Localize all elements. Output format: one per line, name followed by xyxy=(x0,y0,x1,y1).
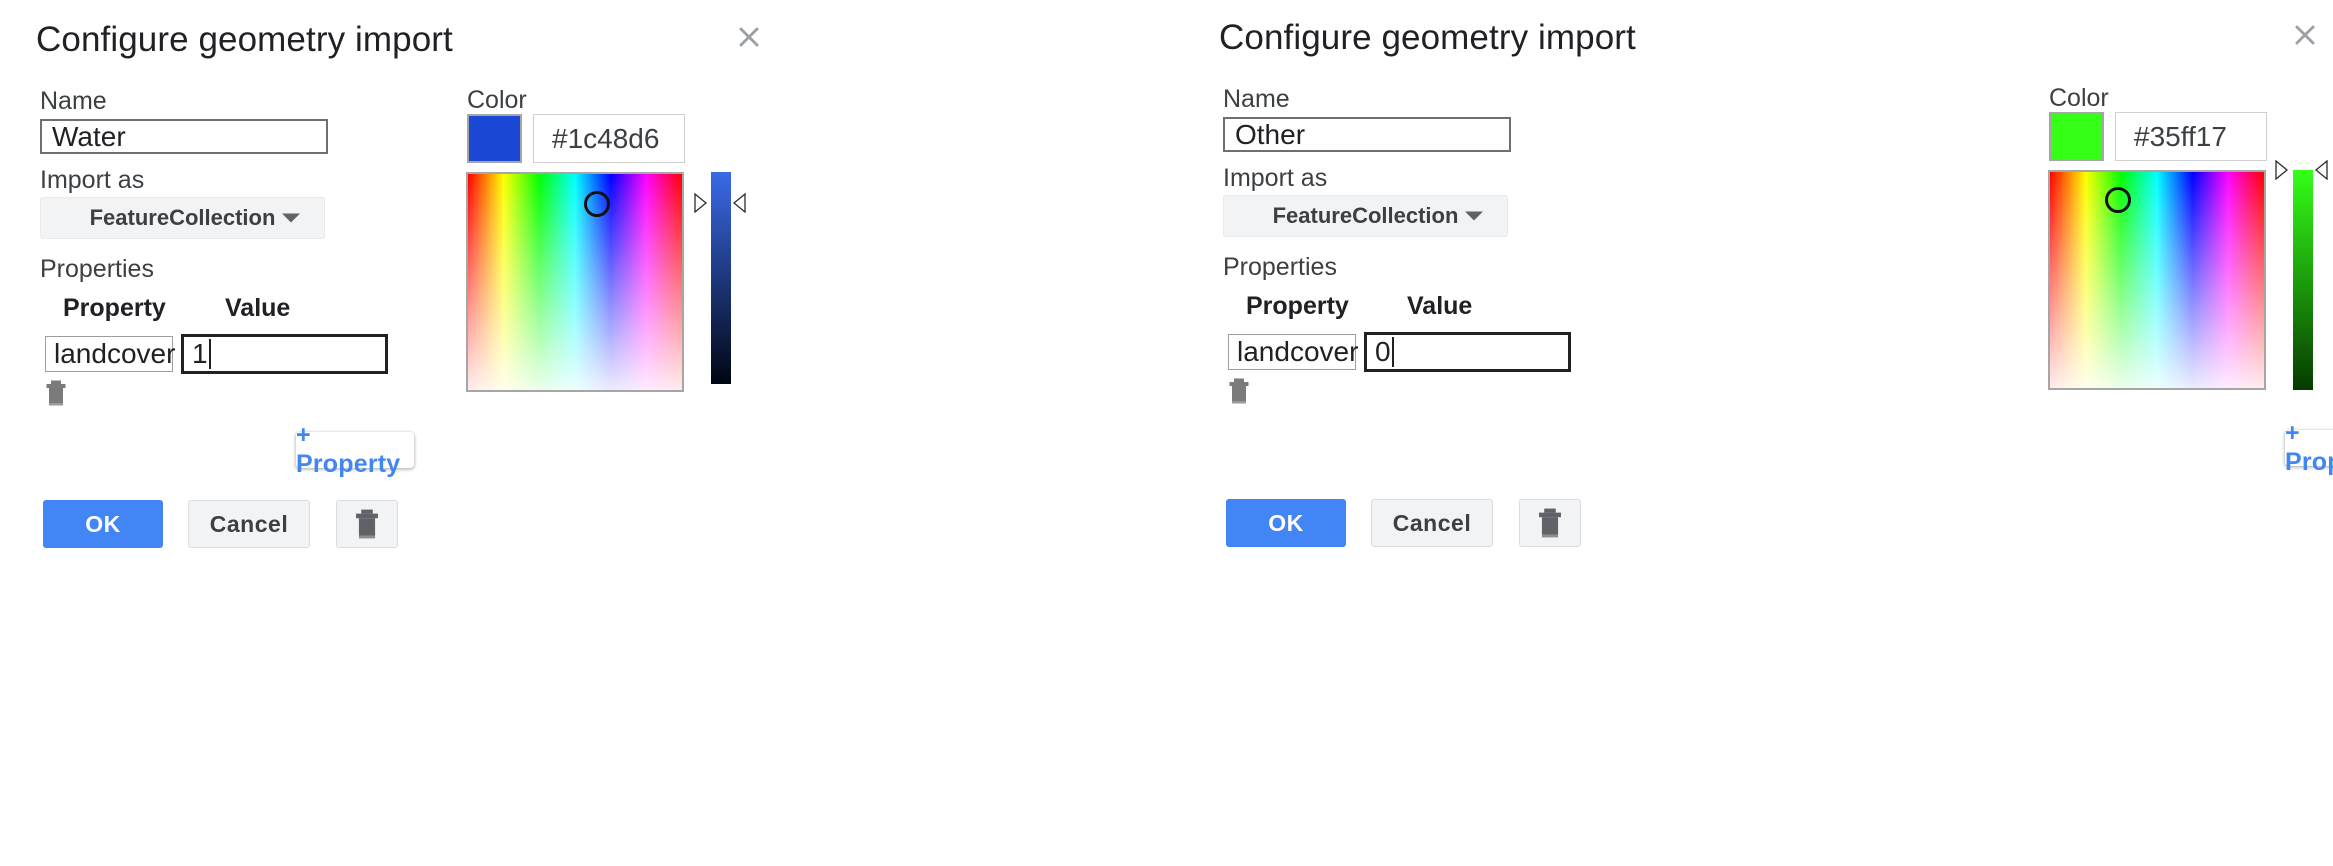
property-value-text: 1 xyxy=(192,338,208,369)
property-value-input[interactable]: 0 xyxy=(1364,332,1571,372)
lightness-overlay xyxy=(468,174,682,390)
brightness-slider[interactable] xyxy=(711,172,731,384)
name-label: Name xyxy=(40,87,107,115)
screen: Configure geometry import Name Water Imp… xyxy=(0,0,2333,866)
text-cursor xyxy=(208,339,211,369)
import-as-label: Import as xyxy=(40,166,145,194)
configure-geometry-import-dialog-left: Configure geometry import Name Water Imp… xyxy=(0,0,1166,866)
add-property-button[interactable]: + Property xyxy=(296,421,414,478)
property-key-input[interactable]: landcover xyxy=(45,336,175,372)
color-gradient-field[interactable] xyxy=(466,172,684,392)
page-title: Configure geometry import xyxy=(36,20,453,59)
text-cursor xyxy=(1391,337,1394,367)
import-as-label: Import as xyxy=(1223,164,1328,192)
column-header-value: Value xyxy=(225,294,291,322)
trash-icon xyxy=(1539,508,1561,538)
close-icon[interactable] xyxy=(2288,18,2322,52)
chevron-down-icon xyxy=(282,213,300,223)
ok-button[interactable]: OK xyxy=(1226,499,1346,547)
name-input[interactable]: Other xyxy=(1223,117,1511,152)
properties-label: Properties xyxy=(40,255,154,283)
page-title: Configure geometry import xyxy=(1219,18,1636,57)
delete-property-row-icon[interactable] xyxy=(45,380,67,411)
brightness-marker-left-icon xyxy=(2275,160,2288,180)
configure-geometry-import-dialog-right: Configure geometry import Name Other Imp… xyxy=(1207,0,2333,866)
color-swatch[interactable] xyxy=(467,114,522,163)
brightness-marker-left-icon xyxy=(694,193,707,213)
color-label: Color xyxy=(467,86,527,114)
property-key-input[interactable]: landcover xyxy=(1228,334,1358,370)
delete-layer-button[interactable] xyxy=(336,500,398,548)
color-picker-handle[interactable] xyxy=(2105,187,2132,214)
lightness-overlay xyxy=(2050,172,2264,388)
brightness-marker-right-icon xyxy=(733,193,746,213)
name-label: Name xyxy=(1223,85,1290,113)
name-input[interactable]: Water xyxy=(40,119,328,154)
delete-layer-button[interactable] xyxy=(1519,499,1581,547)
brightness-slider[interactable] xyxy=(2293,170,2313,390)
chevron-down-icon xyxy=(1465,211,1483,221)
import-as-value: FeatureCollection xyxy=(1272,203,1459,228)
column-header-value: Value xyxy=(1407,292,1473,320)
import-as-select[interactable]: FeatureCollection xyxy=(40,197,325,239)
column-header-property: Property xyxy=(63,294,166,322)
import-as-value: FeatureCollection xyxy=(89,205,276,230)
properties-label: Properties xyxy=(1223,253,1337,281)
cancel-button[interactable]: Cancel xyxy=(188,500,310,548)
property-value-text: 0 xyxy=(1375,336,1391,367)
column-header-property: Property xyxy=(1246,292,1349,320)
color-swatch[interactable] xyxy=(2049,112,2104,161)
delete-property-row-icon[interactable] xyxy=(1228,378,1250,409)
color-hex-input[interactable]: #1c48d6 xyxy=(533,114,685,163)
color-picker-handle[interactable] xyxy=(584,191,611,218)
close-icon[interactable] xyxy=(732,20,766,54)
color-hex-input[interactable]: #35ff17 xyxy=(2115,112,2267,161)
brightness-marker-right-icon xyxy=(2315,160,2328,180)
color-label: Color xyxy=(2049,84,2109,112)
trash-icon xyxy=(356,509,378,539)
property-value-input[interactable]: 1 xyxy=(181,334,388,374)
color-gradient-field[interactable] xyxy=(2048,170,2266,390)
ok-button[interactable]: OK xyxy=(43,500,163,548)
add-property-button[interactable]: + Property xyxy=(2285,419,2333,476)
cancel-button[interactable]: Cancel xyxy=(1371,499,1493,547)
import-as-select[interactable]: FeatureCollection xyxy=(1223,195,1508,237)
